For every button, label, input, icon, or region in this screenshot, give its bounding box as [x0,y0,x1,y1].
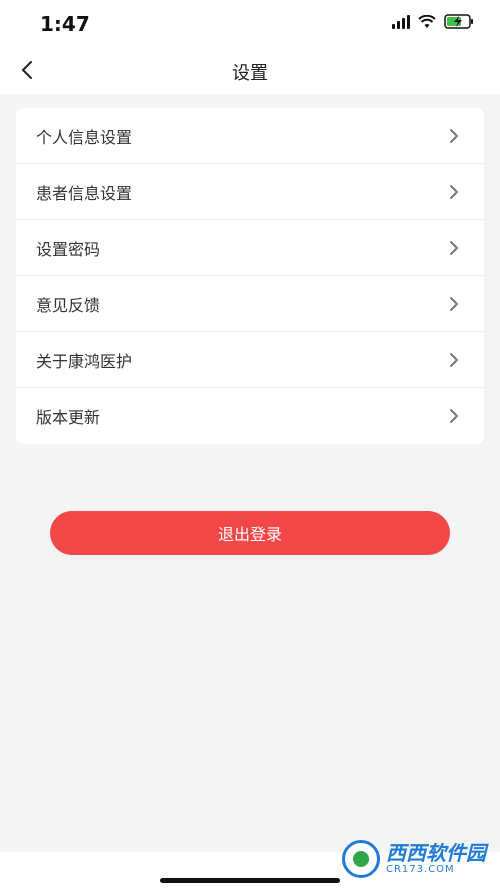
watermark: 西西软件园 CR173.COM [342,840,486,878]
settings-item-label: 意见反馈 [36,295,101,315]
settings-item-personal-info[interactable]: 个人信息设置 [16,108,484,164]
page-title: 设置 [232,63,268,84]
status-bar: 1:47 [0,0,500,46]
settings-item-patient-info[interactable]: 患者信息设置 [16,164,484,220]
watermark-text: 西西软件园 CR173.COM [386,843,486,875]
nav-bar: 设置 [0,46,500,94]
status-time: 1:47 [40,12,90,36]
settings-item-password[interactable]: 设置密码 [16,220,484,276]
status-icons [392,14,474,29]
settings-item-label: 患者信息设置 [36,183,133,203]
home-indicator[interactable] [160,878,340,883]
battery-charging-icon [444,14,473,29]
watermark-logo-icon [342,840,380,878]
watermark-sub-text: CR173.COM [386,864,455,875]
watermark-main-text: 西西软件园 [386,841,486,865]
logout-button[interactable]: 退出登录 [50,511,450,555]
settings-list: 个人信息设置 患者信息设置 设置密码 意见反馈 关于康鸿医护 版本更新 [16,108,484,444]
settings-item-about[interactable]: 关于康鸿医护 [16,332,484,388]
cellular-signal-icon [392,14,410,29]
chevron-right-icon [450,352,458,367]
settings-item-version-update[interactable]: 版本更新 [16,388,484,444]
settings-item-label: 设置密码 [36,239,101,259]
chevron-right-icon [450,128,458,143]
chevron-right-icon [450,409,458,423]
settings-item-label: 个人信息设置 [36,127,133,147]
settings-item-label: 版本更新 [36,408,101,427]
chevron-right-icon [450,184,458,199]
settings-item-label: 关于康鸿医护 [36,351,133,371]
chevron-right-icon [450,296,458,311]
settings-item-feedback[interactable]: 意见反馈 [16,276,484,332]
wifi-icon [418,14,436,28]
chevron-right-icon [450,240,458,255]
